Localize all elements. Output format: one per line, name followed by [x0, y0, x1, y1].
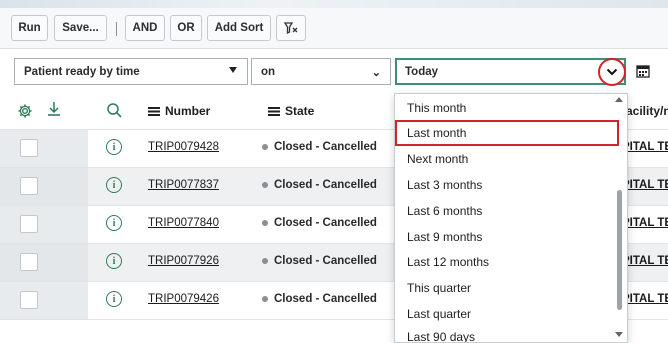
- dropdown-option[interactable]: This quarter: [395, 275, 610, 301]
- state-cell: Closed - Cancelled: [262, 217, 377, 229]
- dropdown-option[interactable]: Last 6 months: [395, 198, 610, 224]
- column-header-number-label: Number: [165, 104, 211, 118]
- chevron-down-icon: [606, 68, 618, 76]
- caret-down-icon: [229, 67, 237, 73]
- state-dot-icon: [262, 144, 268, 150]
- state-dot-icon: [262, 220, 268, 226]
- chevron-down-icon: ⌄: [371, 67, 381, 79]
- field-select[interactable]: Patient ready by time: [14, 58, 248, 85]
- record-number-link[interactable]: TRIP0079426: [148, 293, 219, 305]
- facility-link[interactable]: PITAL TES: [622, 141, 668, 153]
- calendar-button[interactable]: [632, 60, 654, 82]
- dropdown-option[interactable]: Last 3 months: [395, 172, 610, 198]
- state-label: Closed - Cancelled: [274, 293, 377, 305]
- dropdown-option[interactable]: Next month: [395, 146, 610, 172]
- state-label: Closed - Cancelled: [274, 141, 377, 153]
- value-select[interactable]: Today: [395, 58, 626, 85]
- dropdown-option-highlighted[interactable]: Last month: [395, 120, 619, 146]
- state-cell: Closed - Cancelled: [262, 255, 377, 267]
- row-select-cell: [0, 244, 88, 281]
- info-icon[interactable]: i: [106, 253, 122, 269]
- info-icon[interactable]: i: [106, 215, 122, 231]
- state-label: Closed - Cancelled: [274, 217, 377, 229]
- state-cell: Closed - Cancelled: [262, 141, 377, 153]
- and-button[interactable]: AND: [125, 15, 165, 41]
- column-header-facility-label: facility/n: [622, 104, 668, 118]
- info-icon[interactable]: i: [106, 177, 122, 193]
- scroll-down-icon[interactable]: [615, 332, 623, 337]
- scroll-up-icon[interactable]: [615, 97, 623, 102]
- download-icon: [48, 102, 60, 116]
- column-header-facility[interactable]: facility/n: [622, 104, 668, 118]
- row-checkbox[interactable]: [20, 139, 38, 157]
- dropdown-option[interactable]: Last 9 months: [395, 224, 610, 250]
- column-header-state-label: State: [285, 104, 315, 118]
- header-strip: [0, 0, 668, 8]
- personalize-list-button[interactable]: [17, 103, 33, 122]
- row-checkbox[interactable]: [20, 253, 38, 271]
- search-columns-button[interactable]: [106, 102, 123, 122]
- record-number-link[interactable]: TRIP0077840: [148, 217, 219, 229]
- toolbar-divider: [116, 22, 117, 36]
- date-range-dropdown[interactable]: This month Last month Next month Last 3 …: [394, 93, 628, 343]
- clear-filter-button[interactable]: [276, 15, 306, 41]
- record-number-link[interactable]: TRIP0079428: [148, 141, 219, 153]
- column-menu-icon[interactable]: [148, 106, 160, 116]
- save-button[interactable]: Save...: [54, 15, 107, 41]
- state-dot-icon: [262, 182, 268, 188]
- gear-icon: [18, 104, 32, 118]
- filter-toolbar: Run Save... AND OR Add Sort: [0, 8, 668, 49]
- run-button[interactable]: Run: [11, 15, 48, 41]
- clear-filter-icon: [283, 22, 298, 35]
- row-select-cell: [0, 206, 88, 243]
- column-menu-icon[interactable]: [268, 106, 280, 116]
- value-select-value: Today: [405, 65, 439, 78]
- row-checkbox[interactable]: [20, 177, 38, 195]
- scrollbar-thumb[interactable]: [617, 190, 622, 310]
- dropdown-option[interactable]: This month: [395, 95, 610, 121]
- add-sort-button[interactable]: Add Sort: [207, 15, 271, 41]
- dropdown-option[interactable]: Last 90 days: [395, 324, 610, 342]
- field-select-value: Patient ready by time: [24, 65, 140, 78]
- facility-link[interactable]: PITAL TES: [622, 179, 668, 191]
- facility-link[interactable]: PITAL TES: [622, 293, 668, 305]
- export-button[interactable]: [47, 101, 61, 122]
- facility-link[interactable]: PITAL TES: [622, 217, 668, 229]
- row-checkbox[interactable]: [20, 215, 38, 233]
- or-button[interactable]: OR: [170, 15, 202, 41]
- state-cell: Closed - Cancelled: [262, 293, 377, 305]
- state-cell: Closed - Cancelled: [262, 179, 377, 191]
- record-number-link[interactable]: TRIP0077926: [148, 255, 219, 267]
- calendar-icon: [636, 65, 650, 78]
- state-dot-icon: [262, 296, 268, 302]
- record-number-link[interactable]: TRIP0077837: [148, 179, 219, 191]
- value-dropdown-toggle[interactable]: [598, 58, 626, 86]
- row-select-cell: [0, 282, 88, 319]
- state-dot-icon: [262, 258, 268, 264]
- facility-link[interactable]: PITAL TES: [622, 255, 668, 267]
- search-icon: [107, 103, 122, 118]
- row-checkbox[interactable]: [20, 291, 38, 309]
- filter-condition-row: Patient ready by time on ⌄ Today: [0, 49, 668, 93]
- info-icon[interactable]: i: [106, 139, 122, 155]
- state-label: Closed - Cancelled: [274, 255, 377, 267]
- row-select-cell: [0, 168, 88, 205]
- operator-select-value: on: [261, 65, 276, 78]
- dropdown-option[interactable]: Last 12 months: [395, 249, 610, 275]
- row-select-cell: [0, 130, 88, 167]
- info-icon[interactable]: i: [106, 291, 122, 307]
- operator-select[interactable]: on ⌄: [251, 58, 391, 85]
- state-label: Closed - Cancelled: [274, 179, 377, 191]
- column-header-number[interactable]: Number: [148, 104, 210, 118]
- column-header-state[interactable]: State: [268, 104, 314, 118]
